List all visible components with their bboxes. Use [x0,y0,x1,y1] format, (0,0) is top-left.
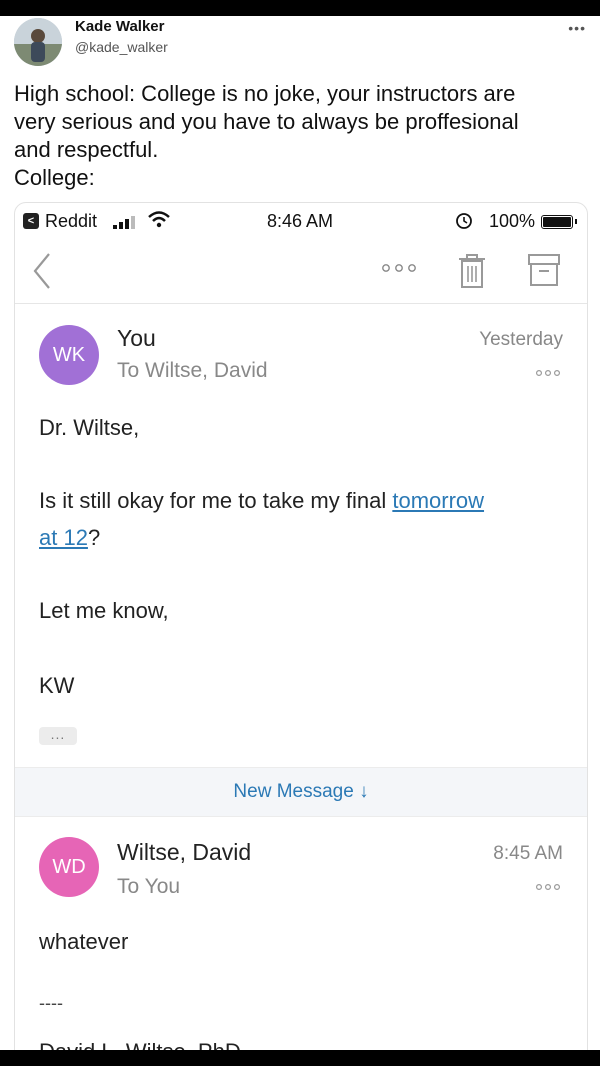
body-text: ? [87,525,101,550]
bottom-black-bar [0,1050,600,1066]
status-bar: < Reddit 8:46 AM 100% [15,203,587,239]
signal-icon [113,216,135,229]
more-icon[interactable] [381,263,417,273]
trash-icon[interactable] [457,253,487,289]
tweet-card: Kade Walker @kade_walker ••• High school… [0,16,600,1050]
tweet-text-line: College: [14,165,95,190]
email-body-line: at 12? [39,525,100,551]
author-handle[interactable]: @kade_walker [75,39,168,55]
email-signature: David L. Wiltse, PhD [39,1039,241,1050]
signature-separator: ---- [39,993,63,1013]
recipient-line[interactable]: To Wiltse, David [117,359,268,383]
wifi-icon [148,211,170,228]
author-name[interactable]: Kade Walker [75,18,164,35]
email-signature: KW [39,673,75,698]
avatar-initials: WD [52,856,86,878]
date-link[interactable]: tomorrow [392,488,484,513]
tweet-text: High school: College is no joke, your in… [14,80,584,192]
recipient-line[interactable]: To You [117,875,180,899]
more-horizontal-icon[interactable]: ••• [568,20,586,36]
back-to-app-label[interactable]: Reddit [45,211,97,232]
top-black-bar [0,0,600,16]
sender-avatar[interactable]: WK [39,325,99,385]
status-time: 8:46 AM [267,211,334,231]
email-body-line: Is it still okay for me to take my final… [39,488,484,514]
battery-icon [541,215,577,229]
show-quoted-text-button[interactable]: ... [39,727,77,745]
author-avatar[interactable] [14,18,62,66]
email-closing: Let me know, [39,598,169,623]
sender-name[interactable]: You [117,325,156,352]
body-text: Is it still okay for me to take my final [39,488,393,513]
mail-toolbar [15,241,587,304]
new-message-label[interactable]: New Message ↓ [15,781,587,803]
embedded-email-screenshot[interactable]: < Reddit 8:46 AM 100% WK You To Wiltse, … [14,202,588,1050]
back-to-app-icon[interactable]: < [23,213,39,229]
sender-name[interactable]: Wiltse, David [117,839,251,866]
new-message-banner[interactable]: New Message ↓ [15,767,587,817]
sender-avatar[interactable]: WD [39,837,99,897]
tweet-text-line: and respectful. [14,137,159,162]
back-chevron-icon[interactable] [31,251,53,291]
battery-percent: 100% [489,211,536,231]
alarm-icon [456,213,472,229]
avatar-initials: WK [52,344,86,366]
tweet-text-line: very serious and you have to always be p… [14,109,519,134]
message-time: 8:45 AM [493,843,563,864]
message-time: Yesterday [479,329,563,350]
message-more-icon[interactable] [535,883,561,891]
screenshot-page: Kade Walker @kade_walker ••• High school… [0,0,600,1066]
email-greeting: Dr. Wiltse, [39,415,140,440]
time-link[interactable]: at 12 [39,525,88,550]
archive-icon[interactable] [527,253,561,287]
tweet-text-line: High school: College is no joke, your in… [14,81,516,106]
message-more-icon[interactable] [535,369,561,377]
email-body-line: whatever [39,929,129,954]
